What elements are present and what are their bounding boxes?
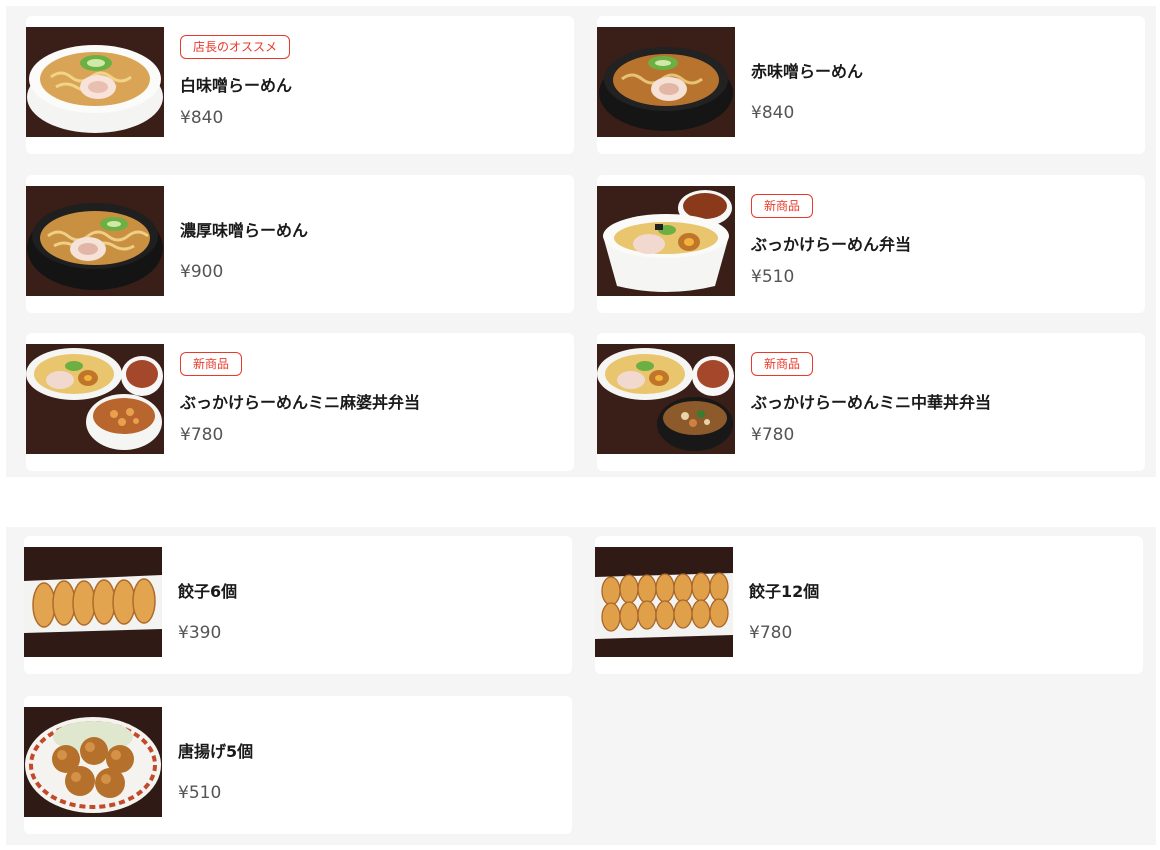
gyoza-6-photo: [24, 547, 162, 657]
item-name: ぶっかけらーめんミニ中華丼弁当: [751, 393, 992, 412]
red-miso-ramen-photo: [597, 27, 735, 137]
new-item-badge: 新商品: [751, 352, 814, 376]
item-name: 餃子12個: [749, 582, 820, 601]
menu-item-card[interactable]: 赤味噌らーめん ¥840: [597, 16, 1145, 154]
white-miso-ramen-photo: [26, 27, 164, 137]
item-name: 唐揚げ5個: [178, 742, 254, 761]
menu-item-card[interactable]: 新商品 ぶっかけらーめん弁当 ¥510: [597, 175, 1145, 313]
menu-item-card[interactable]: 店長のオススメ 白味噌らーめん ¥840: [26, 16, 574, 154]
ramen-menu-section: 店長のオススメ 白味噌らーめん ¥840 赤味噌らーめん ¥840 濃厚味噌らー…: [6, 6, 1156, 477]
item-price: ¥840: [751, 103, 795, 123]
item-price: ¥780: [180, 425, 224, 445]
menu-item-card[interactable]: 餃子6個 ¥390: [24, 536, 572, 674]
new-item-badge: 新商品: [751, 194, 814, 218]
menu-item-card[interactable]: 新商品 ぶっかけらーめんミニ麻婆丼弁当 ¥780: [26, 333, 574, 471]
gyoza-12-photo: [595, 547, 733, 657]
item-price: ¥780: [751, 425, 795, 445]
item-name: 白味噌らーめん: [180, 76, 293, 95]
item-name: 濃厚味噌らーめん: [180, 221, 309, 240]
bukkake-ramen-chuka-don-bento-photo: [597, 344, 735, 454]
item-name: ぶっかけらーめん弁当: [751, 235, 912, 254]
item-price: ¥510: [751, 267, 795, 287]
item-name: 餃子6個: [178, 582, 238, 601]
rich-miso-ramen-photo: [26, 186, 164, 296]
bukkake-ramen-bento-photo: [597, 186, 735, 296]
item-price: ¥900: [180, 262, 224, 282]
item-price: ¥840: [180, 108, 224, 128]
menu-item-card[interactable]: 唐揚げ5個 ¥510: [24, 696, 572, 834]
menu-item-card[interactable]: 濃厚味噌らーめん ¥900: [26, 175, 574, 313]
new-item-badge: 新商品: [180, 352, 243, 376]
side-menu-section: 餃子6個 ¥390 餃子12個 ¥780 唐揚げ5個 ¥510: [6, 527, 1156, 845]
recommended-badge: 店長のオススメ: [180, 35, 291, 59]
item-price: ¥780: [749, 623, 793, 643]
karaage-5-photo: [24, 707, 162, 817]
item-price: ¥390: [178, 623, 222, 643]
item-price: ¥510: [178, 783, 222, 803]
menu-item-card[interactable]: 新商品 ぶっかけらーめんミニ中華丼弁当 ¥780: [597, 333, 1145, 471]
menu-item-card[interactable]: 餃子12個 ¥780: [595, 536, 1143, 674]
item-name: ぶっかけらーめんミニ麻婆丼弁当: [180, 393, 421, 412]
item-name: 赤味噌らーめん: [751, 62, 864, 81]
bukkake-ramen-mapo-don-bento-photo: [26, 344, 164, 454]
